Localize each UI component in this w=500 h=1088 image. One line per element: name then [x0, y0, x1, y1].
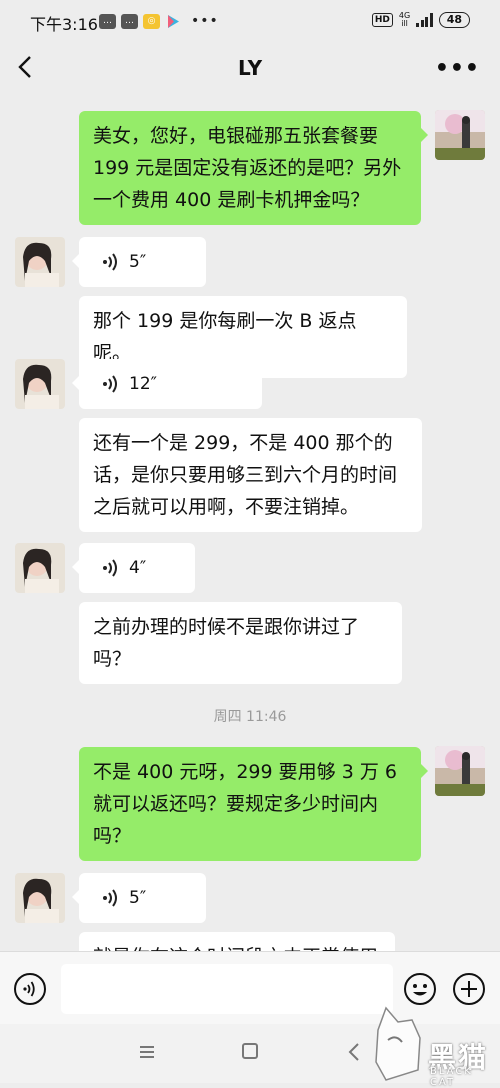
message-bubble-outgoing[interactable]: 美女，您好，电银碰那五张套餐要199 元是固定没有返还的是吧？另外一个费用 40… [79, 111, 428, 225]
voice-duration: 12″ [129, 374, 157, 394]
message-bubble-outgoing[interactable]: 不是 400 元呀，299 要用够 3 万 6 就可以返还吗？要规定多少时间内吗… [79, 747, 428, 861]
voice-wave-icon [103, 559, 117, 577]
message-input[interactable] [61, 964, 393, 1014]
voice-duration: 5″ [129, 888, 147, 908]
battery-icon: 48 [438, 12, 470, 28]
voice-message[interactable]: 12″ [72, 359, 262, 409]
voice-message[interactable]: 4″ [72, 543, 195, 593]
contact-avatar[interactable] [15, 237, 65, 287]
network-type-icon: 4G ill [399, 12, 410, 28]
notification-icons: … … ◎ ••• [99, 13, 219, 29]
voice-wave-icon [103, 889, 117, 907]
recent-apps-icon[interactable] [138, 1044, 156, 1060]
home-icon[interactable] [242, 1043, 258, 1059]
contact-avatar[interactable] [15, 543, 65, 593]
nav-back-icon[interactable] [346, 1042, 362, 1062]
more-options-icon[interactable]: ••• [435, 56, 480, 81]
voice-duration: 4″ [129, 558, 147, 578]
voice-message[interactable]: 5″ [72, 237, 206, 287]
my-avatar[interactable] [435, 110, 485, 160]
network-activity-label: ill [401, 19, 408, 28]
status-time: 下午3:16 [30, 15, 98, 34]
voice-duration: 5″ [129, 252, 147, 272]
voice-wave-icon [103, 253, 117, 271]
signal-icon [416, 13, 433, 27]
status-bar: 下午3:16 … … ◎ ••• HD 4G ill 48 [0, 0, 500, 44]
play-store-icon [165, 14, 182, 29]
contact-avatar[interactable] [15, 359, 65, 409]
message-notification-icon: … [121, 13, 138, 29]
more-notifications-icon: ••• [191, 13, 219, 29]
voice-input-button[interactable] [13, 972, 47, 1006]
chat-header: LY ••• [0, 44, 500, 92]
voice-wave-icon [103, 375, 117, 393]
watermark-subtext: BLACK CAT [430, 1066, 473, 1088]
message-bubble-incoming[interactable]: 之前办理的时候不是跟你讲过了吗？ [79, 602, 402, 684]
app-notification-icon: ◎ [143, 13, 160, 29]
chat-timestamp: 周四 11:46 [213, 709, 287, 725]
hd-icon: HD [371, 13, 393, 27]
message-notification-icon: … [99, 13, 116, 29]
message-bubble-incoming[interactable]: 还有一个是 299，不是 400 那个的话，是你只要用够三到六个月的时间之后就可… [79, 418, 422, 532]
contact-avatar[interactable] [15, 873, 65, 923]
chat-title: LY [237, 56, 263, 80]
voice-message[interactable]: 5″ [72, 873, 206, 923]
my-avatar[interactable] [435, 746, 485, 796]
